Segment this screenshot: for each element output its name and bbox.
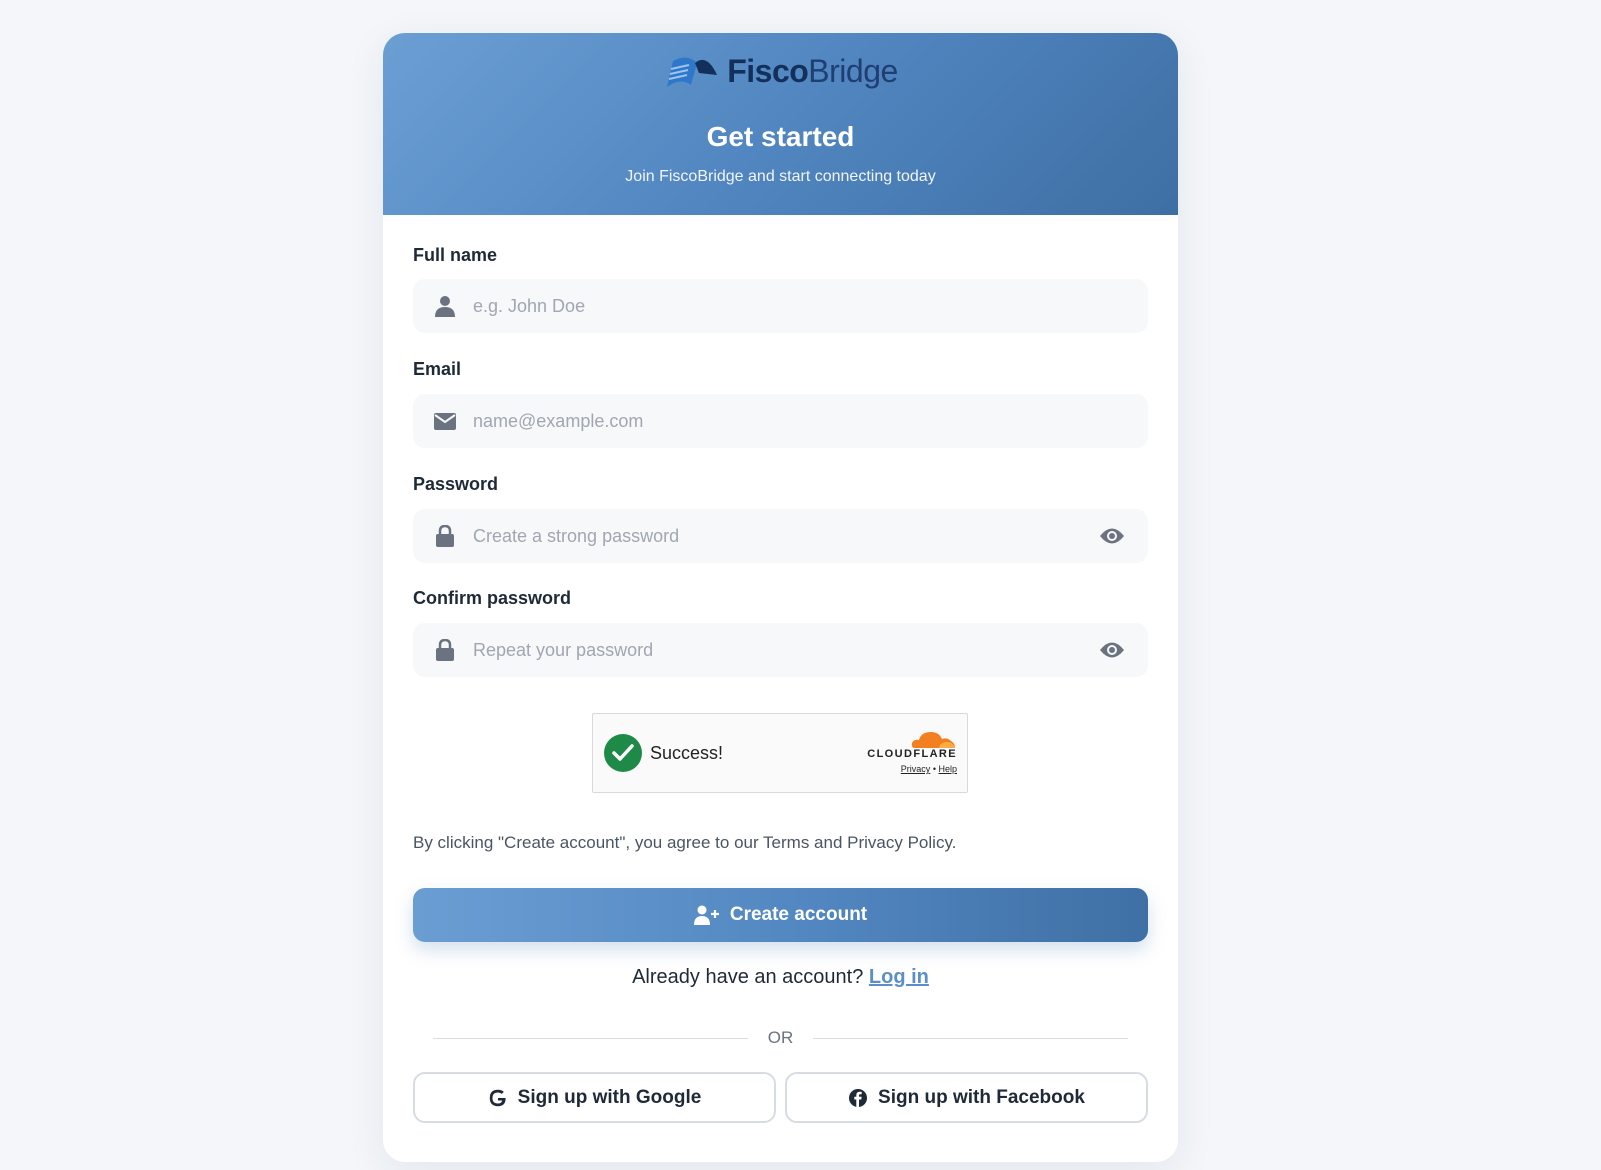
facebook-signup-button[interactable]: Sign up with Facebook — [785, 1072, 1148, 1123]
signup-card: FiscoBridge Get started Join FiscoBridge… — [383, 33, 1178, 1162]
login-prompt-text: Already have an account? — [632, 966, 864, 988]
google-icon — [489, 1089, 506, 1106]
full-name-input[interactable] — [473, 295, 1148, 317]
brand-wordmark: FiscoBridge — [727, 53, 898, 89]
brand-logo: FiscoBridge — [383, 53, 1178, 90]
facebook-icon — [849, 1088, 868, 1107]
user-icon — [433, 294, 457, 318]
fiscobridge-logo-icon — [667, 56, 718, 87]
captcha-links: Privacy • Help — [867, 764, 957, 774]
page-subtitle: Join FiscoBridge and start connecting to… — [625, 168, 936, 185]
divider-line — [433, 1037, 748, 1039]
full-name-field[interactable] — [413, 279, 1148, 333]
lock-icon — [433, 524, 457, 548]
eye-icon[interactable] — [1098, 522, 1126, 550]
user-plus-icon — [693, 905, 719, 925]
captcha-privacy-link[interactable]: Privacy — [901, 764, 931, 774]
signup-header: FiscoBridge Get started Join FiscoBridge… — [383, 33, 1178, 215]
login-link[interactable]: Log in — [869, 966, 929, 988]
divider-text: OR — [767, 1028, 794, 1047]
login-prompt: Already have an account? Log in — [383, 966, 1178, 989]
captcha-help-link[interactable]: Help — [938, 764, 957, 774]
captcha-status: Success! — [650, 742, 724, 763]
cloudflare-captcha-widget[interactable]: Success! CLOUDFLARE Privacy • Help — [592, 713, 968, 793]
email-label: Email — [413, 359, 462, 379]
confirm-password-field[interactable] — [413, 623, 1148, 677]
create-account-label: Create account — [729, 904, 868, 925]
create-account-button[interactable]: Create account — [413, 888, 1148, 942]
email-input[interactable] — [473, 410, 1148, 432]
envelope-icon — [433, 409, 457, 433]
facebook-signup-label: Sign up with Facebook — [878, 1086, 1085, 1108]
password-input[interactable] — [473, 525, 1098, 547]
terms-notice: By clicking "Create account", you agree … — [413, 833, 957, 852]
password-field[interactable] — [413, 509, 1148, 563]
check-icon — [604, 734, 642, 772]
email-field[interactable] — [413, 394, 1148, 448]
confirm-password-label: Confirm password — [413, 588, 572, 608]
or-divider: OR — [433, 1026, 1128, 1050]
cloudflare-wordmark: CLOUDFLARE — [867, 748, 957, 760]
lock-icon — [433, 638, 457, 662]
cloudflare-branding: CLOUDFLARE Privacy • Help — [867, 728, 957, 774]
google-signup-button[interactable]: Sign up with Google — [413, 1072, 776, 1123]
eye-icon[interactable] — [1098, 636, 1126, 664]
google-signup-label: Sign up with Google — [517, 1086, 702, 1108]
full-name-label: Full name — [413, 245, 498, 265]
password-label: Password — [413, 474, 499, 494]
cloudflare-cloud-icon — [911, 732, 955, 748]
divider-line — [813, 1037, 1128, 1039]
page-title: Get started — [706, 121, 855, 152]
confirm-password-input[interactable] — [473, 639, 1098, 661]
captcha-link-separator: • — [932, 764, 936, 774]
